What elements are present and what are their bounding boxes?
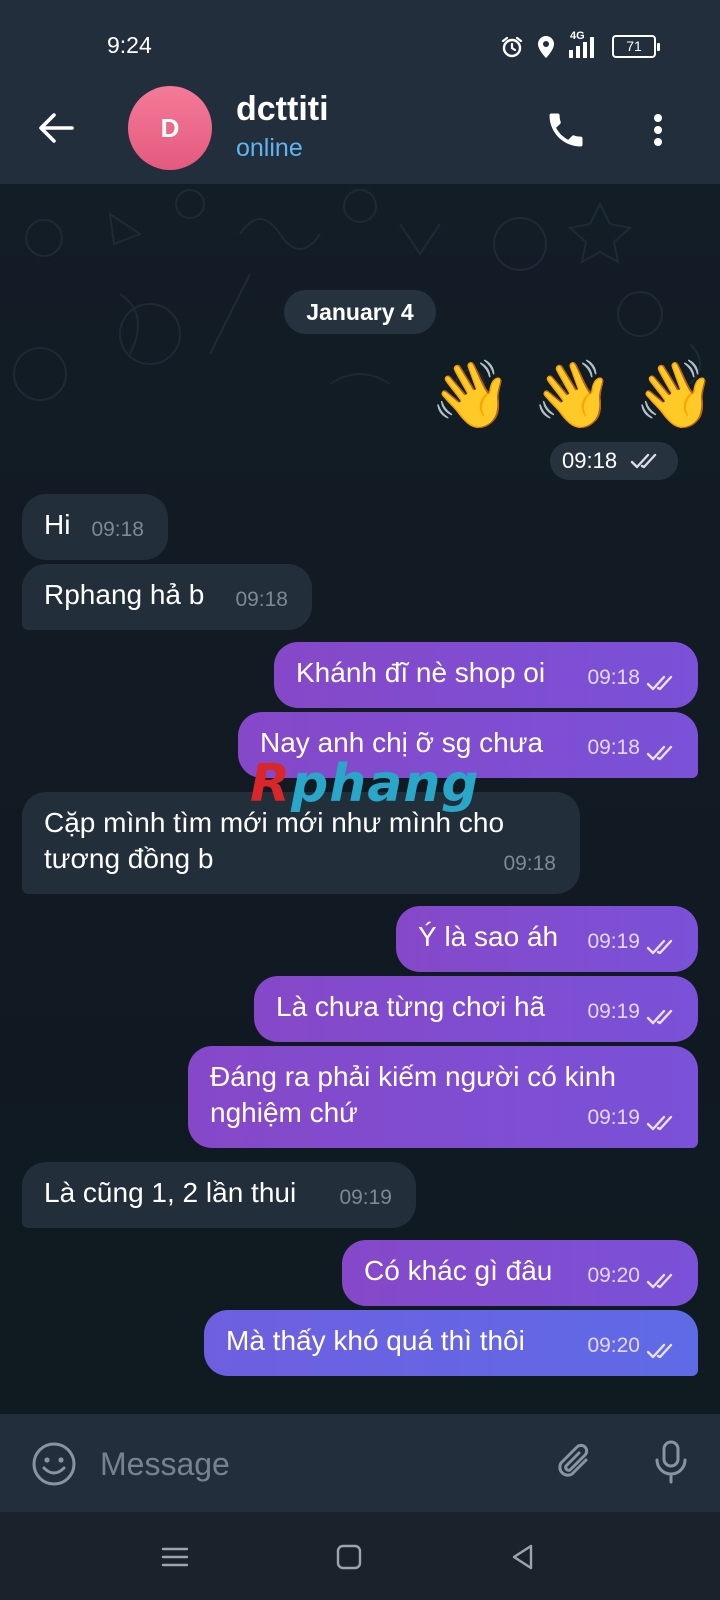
message-time: 09:18 — [91, 518, 144, 541]
home-icon[interactable] — [334, 1542, 364, 1572]
message-text: Cặp mình tìm mới mới như mình cho tương … — [44, 807, 505, 874]
double-check-icon — [646, 745, 673, 761]
signal-icon — [569, 37, 594, 58]
message-time: 09:19 — [587, 1106, 640, 1129]
double-check-icon — [630, 453, 657, 469]
message-text: Mà thấy khó quá thì thôi — [226, 1325, 525, 1356]
back-triangle-icon[interactable] — [508, 1542, 538, 1572]
waving-hand-emoji: 👋 — [634, 357, 717, 431]
contact-name[interactable]: dcttiti — [236, 90, 329, 129]
double-check-icon — [646, 675, 673, 691]
waving-hand-emoji: 👋 — [532, 357, 615, 431]
message-time: 09:18 — [587, 666, 640, 689]
incoming-message[interactable]: Là cũng 1, 2 lần thui 09:19 — [22, 1162, 416, 1228]
outgoing-message[interactable]: Là chưa từng chơi hã 09:19 — [254, 976, 698, 1042]
message-time: 09:19 — [339, 1186, 392, 1209]
incoming-message[interactable]: Rphang hả b 09:18 — [22, 564, 312, 630]
back-arrow-icon[interactable] — [36, 108, 76, 148]
wave-sticker-message[interactable]: 👋 👋 👋 — [430, 354, 717, 434]
outgoing-message[interactable]: Ý là sao áh 09:19 — [396, 906, 698, 972]
microphone-icon[interactable] — [648, 1438, 694, 1486]
paperclip-icon[interactable] — [552, 1440, 598, 1486]
message-time: 09:18 — [235, 588, 288, 611]
waving-hand-emoji: 👋 — [430, 357, 513, 431]
message-text: Rphang hả b — [44, 579, 205, 610]
battery-level: 71 — [626, 38, 642, 54]
network-type: 4G — [568, 30, 598, 60]
outgoing-message[interactable]: Mà thấy khó quá thì thôi 09:20 — [204, 1310, 698, 1376]
double-check-icon — [646, 1115, 673, 1131]
outgoing-message[interactable]: Có khác gì đâu 09:20 — [342, 1240, 698, 1306]
more-vertical-icon[interactable] — [636, 108, 680, 152]
avatar[interactable]: D — [128, 86, 212, 170]
message-time: 09:19 — [587, 930, 640, 953]
message-time: 09:20 — [587, 1334, 640, 1357]
outgoing-message[interactable]: Khánh đĩ nè shop oi 09:18 — [274, 642, 698, 708]
double-check-icon — [646, 1343, 673, 1359]
chat-area[interactable]: January 4 👋 👋 👋 09:18 Hi 09:18 Rphang hả… — [0, 184, 720, 1414]
message-text: Khánh đĩ nè shop oi — [296, 657, 546, 688]
chat-header: D dcttiti online — [0, 86, 720, 184]
double-check-icon — [646, 939, 673, 955]
message-time: 09:18 — [503, 852, 556, 875]
contact-status: online — [236, 134, 303, 162]
incoming-message[interactable]: Hi 09:18 — [22, 494, 168, 560]
outgoing-message[interactable]: Đáng ra phải kiếm người có kinh nghiệm c… — [188, 1046, 698, 1148]
message-time: 09:20 — [587, 1264, 640, 1287]
double-check-icon — [646, 1273, 673, 1289]
message-text: Có khác gì đâu — [364, 1255, 553, 1286]
message-text: Ý là sao áh — [418, 921, 559, 952]
system-navigation-bar — [0, 1512, 720, 1600]
phone-icon[interactable] — [544, 108, 588, 152]
message-text: Hi — [44, 509, 71, 540]
recent-apps-icon[interactable] — [160, 1542, 190, 1572]
battery-icon: 71 — [612, 35, 660, 58]
smiley-icon[interactable] — [30, 1440, 78, 1488]
message-input[interactable] — [98, 1436, 522, 1492]
message-time: 09:19 — [587, 1000, 640, 1023]
sticker-timestamp: 09:18 — [550, 442, 678, 480]
message-time: 09:18 — [587, 736, 640, 759]
status-time: 9:24 — [107, 32, 152, 58]
watermark-logo: Rphang — [250, 754, 480, 814]
message-time: 09:18 — [562, 448, 618, 473]
message-text: Là cũng 1, 2 lần thui — [44, 1177, 297, 1208]
message-input-bar — [0, 1414, 720, 1512]
message-text: Là chưa từng chơi hã — [276, 991, 546, 1022]
location-icon — [538, 36, 554, 58]
date-separator: January 4 — [284, 290, 436, 334]
status-bar: 9:24 4G 71 — [0, 0, 720, 90]
double-check-icon — [646, 1009, 673, 1025]
status-icons: 4G — [500, 30, 598, 60]
alarm-icon — [501, 36, 523, 58]
